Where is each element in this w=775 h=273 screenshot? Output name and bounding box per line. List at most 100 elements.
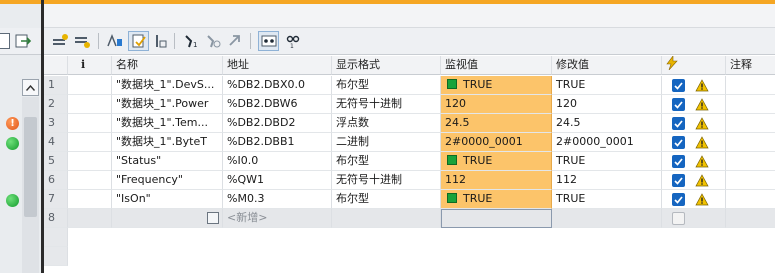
add-new-row[interactable]: 8 <新增> [44,209,775,228]
row-modify-value[interactable]: 112 [552,171,662,190]
modify-checkbox[interactable] [672,174,685,187]
row-modify-value[interactable]: 24.5 [552,114,662,133]
header-monitor-value[interactable]: 监视值 [441,56,552,75]
modify-now-icon[interactable]: 1 [180,31,201,51]
scrollbar-thumb[interactable] [24,117,37,217]
row-modify-value[interactable]: TRUE [552,152,662,171]
modify-checkbox[interactable] [672,117,685,130]
table-header: i 名称 地址 显示格式 监视值 修改值 注释 [44,56,775,75]
row-monitor-value: 2#0000_0001 [441,133,552,152]
toolbar-separator [250,33,251,49]
row-format[interactable]: 布尔型 [332,76,441,95]
insert-row-icon[interactable] [50,31,71,51]
row-address[interactable]: %DB2.DBX0.0 [223,76,332,95]
header-address[interactable]: 地址 [223,56,332,75]
table-row[interactable]: 2 "数据块_1".Power %DB2.DBW6 无符号十进制 120 120 [44,95,775,114]
modify-all-icon[interactable] [202,31,223,51]
row-number: 5 [44,152,68,171]
row-modify-flag [662,190,726,209]
row-info [68,95,112,114]
row-info [68,209,112,228]
row-comment[interactable] [726,133,775,152]
row-name[interactable]: "数据块_1".Tem... [112,114,223,133]
row-number: 2 [44,95,68,114]
row-name[interactable]: "Status" [112,152,223,171]
add-row-icon[interactable] [72,31,93,51]
row-comment[interactable] [726,114,775,133]
force-icon[interactable] [224,31,245,51]
table-row[interactable]: 7 "IsOn" %M0.3 布尔型 TRUE TRUE [44,190,775,209]
export-icon[interactable] [14,32,32,53]
modify-checkbox[interactable] [672,79,685,92]
row-address[interactable]: %DB2.DBW6 [223,95,332,114]
add-new-placeholder[interactable]: <新增> [223,209,332,228]
row-format[interactable]: 布尔型 [332,190,441,209]
modify-checkbox[interactable] [672,98,685,111]
true-indicator-icon [447,155,457,165]
row-info [68,114,112,133]
row-format[interactable] [332,209,441,228]
header-modify-value[interactable]: 修改值 [552,56,662,75]
modify-checkbox[interactable] [672,193,685,206]
table-row[interactable]: 3 "数据块_1".Tem... %DB2.DBD2 浮点数 24.5 24.5 [44,114,775,133]
row-address[interactable]: %DB2.DBD2 [223,114,332,133]
row-monitor-value: TRUE [441,76,552,95]
row-number: 4 [44,133,68,152]
row-comment[interactable] [726,171,775,190]
row-comment[interactable] [726,209,775,228]
row-name[interactable]: "数据块_1".DevS... [112,76,223,95]
modify-checkbox[interactable] [672,136,685,149]
row-monitor-value: TRUE [441,152,552,171]
row-modify-flag [662,133,726,152]
row-comment[interactable] [726,95,775,114]
row-comment[interactable] [726,152,775,171]
svg-text:1: 1 [290,43,294,49]
list-icon[interactable] [207,212,219,224]
row-comment[interactable] [726,76,775,95]
row-name[interactable]: "数据块_1".ByteT [112,133,223,152]
sort-icon[interactable] [150,31,171,51]
toolbar: 1 1 [44,28,775,55]
row-modify-value[interactable]: 2#0000_0001 [552,133,662,152]
row-format[interactable]: 二进制 [332,133,441,152]
row-modify-flag [662,114,726,133]
row-comment[interactable] [726,190,775,209]
row-info [68,133,112,152]
empty-row [44,228,775,247]
row-address[interactable]: %DB2.DBB1 [223,133,332,152]
modify-checkbox[interactable] [672,155,685,168]
table-row[interactable]: 4 "数据块_1".ByteT %DB2.DBB1 二进制 2#0000_000… [44,133,775,152]
scroll-up-button[interactable] [22,79,39,96]
table-row[interactable]: 1 "数据块_1".DevS... %DB2.DBX0.0 布尔型 TRUE T… [44,76,775,95]
show-hide-icon[interactable] [128,31,149,51]
modify-format-icon[interactable] [104,31,125,51]
header-modify-flag[interactable] [662,56,726,75]
row-format[interactable]: 无符号十进制 [332,95,441,114]
row-name[interactable]: "IsOn" [112,190,223,209]
monitor-once-icon[interactable]: 1 [282,31,303,51]
row-monitor-value[interactable] [441,209,552,228]
row-format[interactable]: 浮点数 [332,114,441,133]
row-modify-value[interactable]: TRUE [552,76,662,95]
row-name[interactable]: "数据块_1".Power [112,95,223,114]
header-display-format[interactable]: 显示格式 [332,56,441,75]
row-address[interactable]: %M0.3 [223,190,332,209]
row-name[interactable]: "Frequency" [112,171,223,190]
row-format[interactable]: 无符号十进制 [332,171,441,190]
row-address[interactable]: %QW1 [223,171,332,190]
header-name[interactable]: 名称 [112,56,223,75]
row-name[interactable] [112,209,223,228]
table-grid-icon[interactable] [0,33,10,49]
table-row[interactable]: 5 "Status" %I0.0 布尔型 TRUE TRUE [44,152,775,171]
monitor-all-icon[interactable] [258,31,279,51]
monitor-value-text: TRUE [463,154,493,167]
modify-checkbox[interactable] [672,212,685,225]
row-modify-value[interactable]: TRUE [552,190,662,209]
table-row[interactable]: 6 "Frequency" %QW1 无符号十进制 112 112 [44,171,775,190]
row-format[interactable]: 布尔型 [332,152,441,171]
row-address[interactable]: %I0.0 [223,152,332,171]
row-modify-value[interactable]: 120 [552,95,662,114]
true-indicator-icon [447,79,457,89]
header-comment[interactable]: 注释 [726,56,775,75]
row-modify-value[interactable] [552,209,662,228]
